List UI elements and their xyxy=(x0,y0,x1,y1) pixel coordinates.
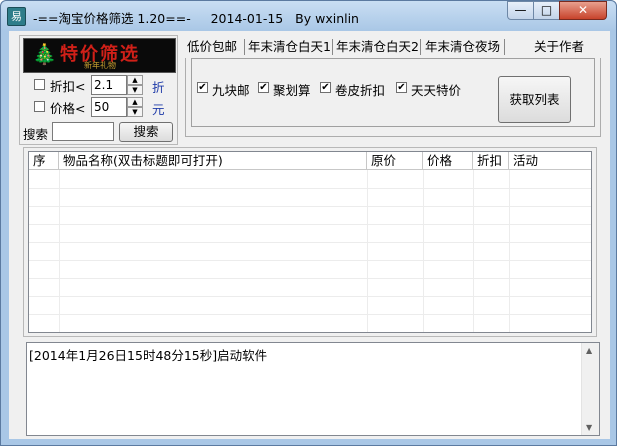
grid-line xyxy=(29,188,591,189)
grid-line xyxy=(29,296,591,297)
search-label: 搜索 xyxy=(23,127,49,142)
source-label-tiantiantejia: 天天特价 xyxy=(411,83,462,98)
tab-year-end-night[interactable]: 年末清仓夜场 xyxy=(425,36,500,58)
tab-low-price-free-shipping[interactable]: 低价包邮 xyxy=(187,36,237,58)
title-bar[interactable]: 易 -==淘宝价格筛选 1.20==- 2014-01-15 By wxinli… xyxy=(1,1,616,31)
discount-label: 折扣< xyxy=(50,79,86,94)
maximize-button[interactable]: □ xyxy=(533,1,560,20)
source-label-juanpi: 卷皮折扣 xyxy=(335,83,386,98)
tab-separator xyxy=(504,39,505,55)
window-title: -==淘宝价格筛选 1.20==- 2014-01-15 By wxinlin xyxy=(33,11,359,26)
source-checkbox-juhuasuan[interactable]: ✔ xyxy=(258,82,269,93)
grid-line xyxy=(29,224,591,225)
column-header-index[interactable]: 序 xyxy=(29,152,59,170)
app-icon[interactable]: 易 xyxy=(7,7,26,26)
close-button[interactable]: ✕ xyxy=(559,1,607,20)
minimize-button[interactable]: — xyxy=(507,1,534,20)
tab-separator xyxy=(244,39,245,55)
spin-down-icon[interactable]: ▼ xyxy=(127,85,143,95)
discount-spinner[interactable]: ▲ ▼ xyxy=(127,75,143,95)
grid-line xyxy=(29,242,591,243)
spin-up-icon[interactable]: ▲ xyxy=(127,97,143,107)
spin-down-icon[interactable]: ▼ xyxy=(127,107,143,117)
grid-line xyxy=(29,278,591,279)
tab-year-end-day1[interactable]: 年末清仓白天1 xyxy=(248,36,331,58)
about-author-link[interactable]: 关于作者 xyxy=(534,36,584,58)
log-line: [2014年1月26日15时48分15秒]启动软件 xyxy=(29,348,268,363)
grid-line xyxy=(29,260,591,261)
app-window: 易 -==淘宝价格筛选 1.20==- 2014-01-15 By wxinli… xyxy=(0,0,617,446)
discount-input[interactable]: 2.1 xyxy=(91,75,127,95)
price-input[interactable]: 50 xyxy=(91,97,127,117)
price-checkbox[interactable] xyxy=(34,101,45,112)
search-input[interactable] xyxy=(52,122,114,141)
log-scrollbar[interactable]: ▲ ▼ xyxy=(581,343,599,435)
scroll-up-icon[interactable]: ▲ xyxy=(586,346,592,355)
grid-line xyxy=(59,170,60,332)
column-header-original-price[interactable]: 原价 xyxy=(367,152,423,170)
source-label-juhuasuan: 聚划算 xyxy=(273,83,311,98)
tab-year-end-day2[interactable]: 年末清仓白天2 xyxy=(336,36,419,58)
source-checkbox-tiantiantejia[interactable]: ✔ xyxy=(396,82,407,93)
price-spinner[interactable]: ▲ ▼ xyxy=(127,97,143,117)
tab-separator xyxy=(332,39,333,55)
source-label-jiukuaiyou: 九块邮 xyxy=(212,83,250,98)
column-header-discount[interactable]: 折扣 xyxy=(473,152,509,170)
logo-subtext: 新年礼物 xyxy=(84,61,116,70)
grid-line xyxy=(509,170,510,332)
item-list[interactable]: 序 物品名称(双击标题即可打开) 原价 价格 折扣 活动 xyxy=(28,151,592,333)
discount-checkbox[interactable] xyxy=(34,79,45,90)
price-label: 价格< xyxy=(50,101,86,116)
log-textarea[interactable]: [2014年1月26日15时48分15秒]启动软件 ▲ ▼ xyxy=(26,342,600,436)
grid-line xyxy=(473,170,474,332)
spin-up-icon[interactable]: ▲ xyxy=(127,75,143,85)
grid-line xyxy=(29,314,591,315)
grid-line xyxy=(367,170,368,332)
column-header-activity[interactable]: 活动 xyxy=(509,152,591,170)
tab-separator xyxy=(420,39,421,55)
fetch-list-button[interactable]: 获取列表 xyxy=(498,76,571,123)
column-header-price[interactable]: 价格 xyxy=(423,152,473,170)
search-button[interactable]: 搜索 xyxy=(119,122,173,142)
client-area: 🎄 特价筛选 新年礼物 折扣< 2.1 ▲ ▼ 折 价格< 50 ▲ ▼ 元 搜… xyxy=(9,31,610,439)
price-unit: 元 xyxy=(152,102,165,117)
logo-banner: 🎄 特价筛选 新年礼物 xyxy=(23,38,176,73)
source-checkbox-juanpi[interactable]: ✔ xyxy=(320,82,331,93)
scroll-down-icon[interactable]: ▼ xyxy=(586,423,592,432)
christmas-tree-icon: 🎄 xyxy=(32,42,57,66)
column-header-name[interactable]: 物品名称(双击标题即可打开) xyxy=(59,152,367,170)
grid-line xyxy=(29,206,591,207)
grid-line xyxy=(423,170,424,332)
discount-unit: 折 xyxy=(152,80,165,95)
source-checkbox-jiukuaiyou[interactable]: ✔ xyxy=(197,82,208,93)
